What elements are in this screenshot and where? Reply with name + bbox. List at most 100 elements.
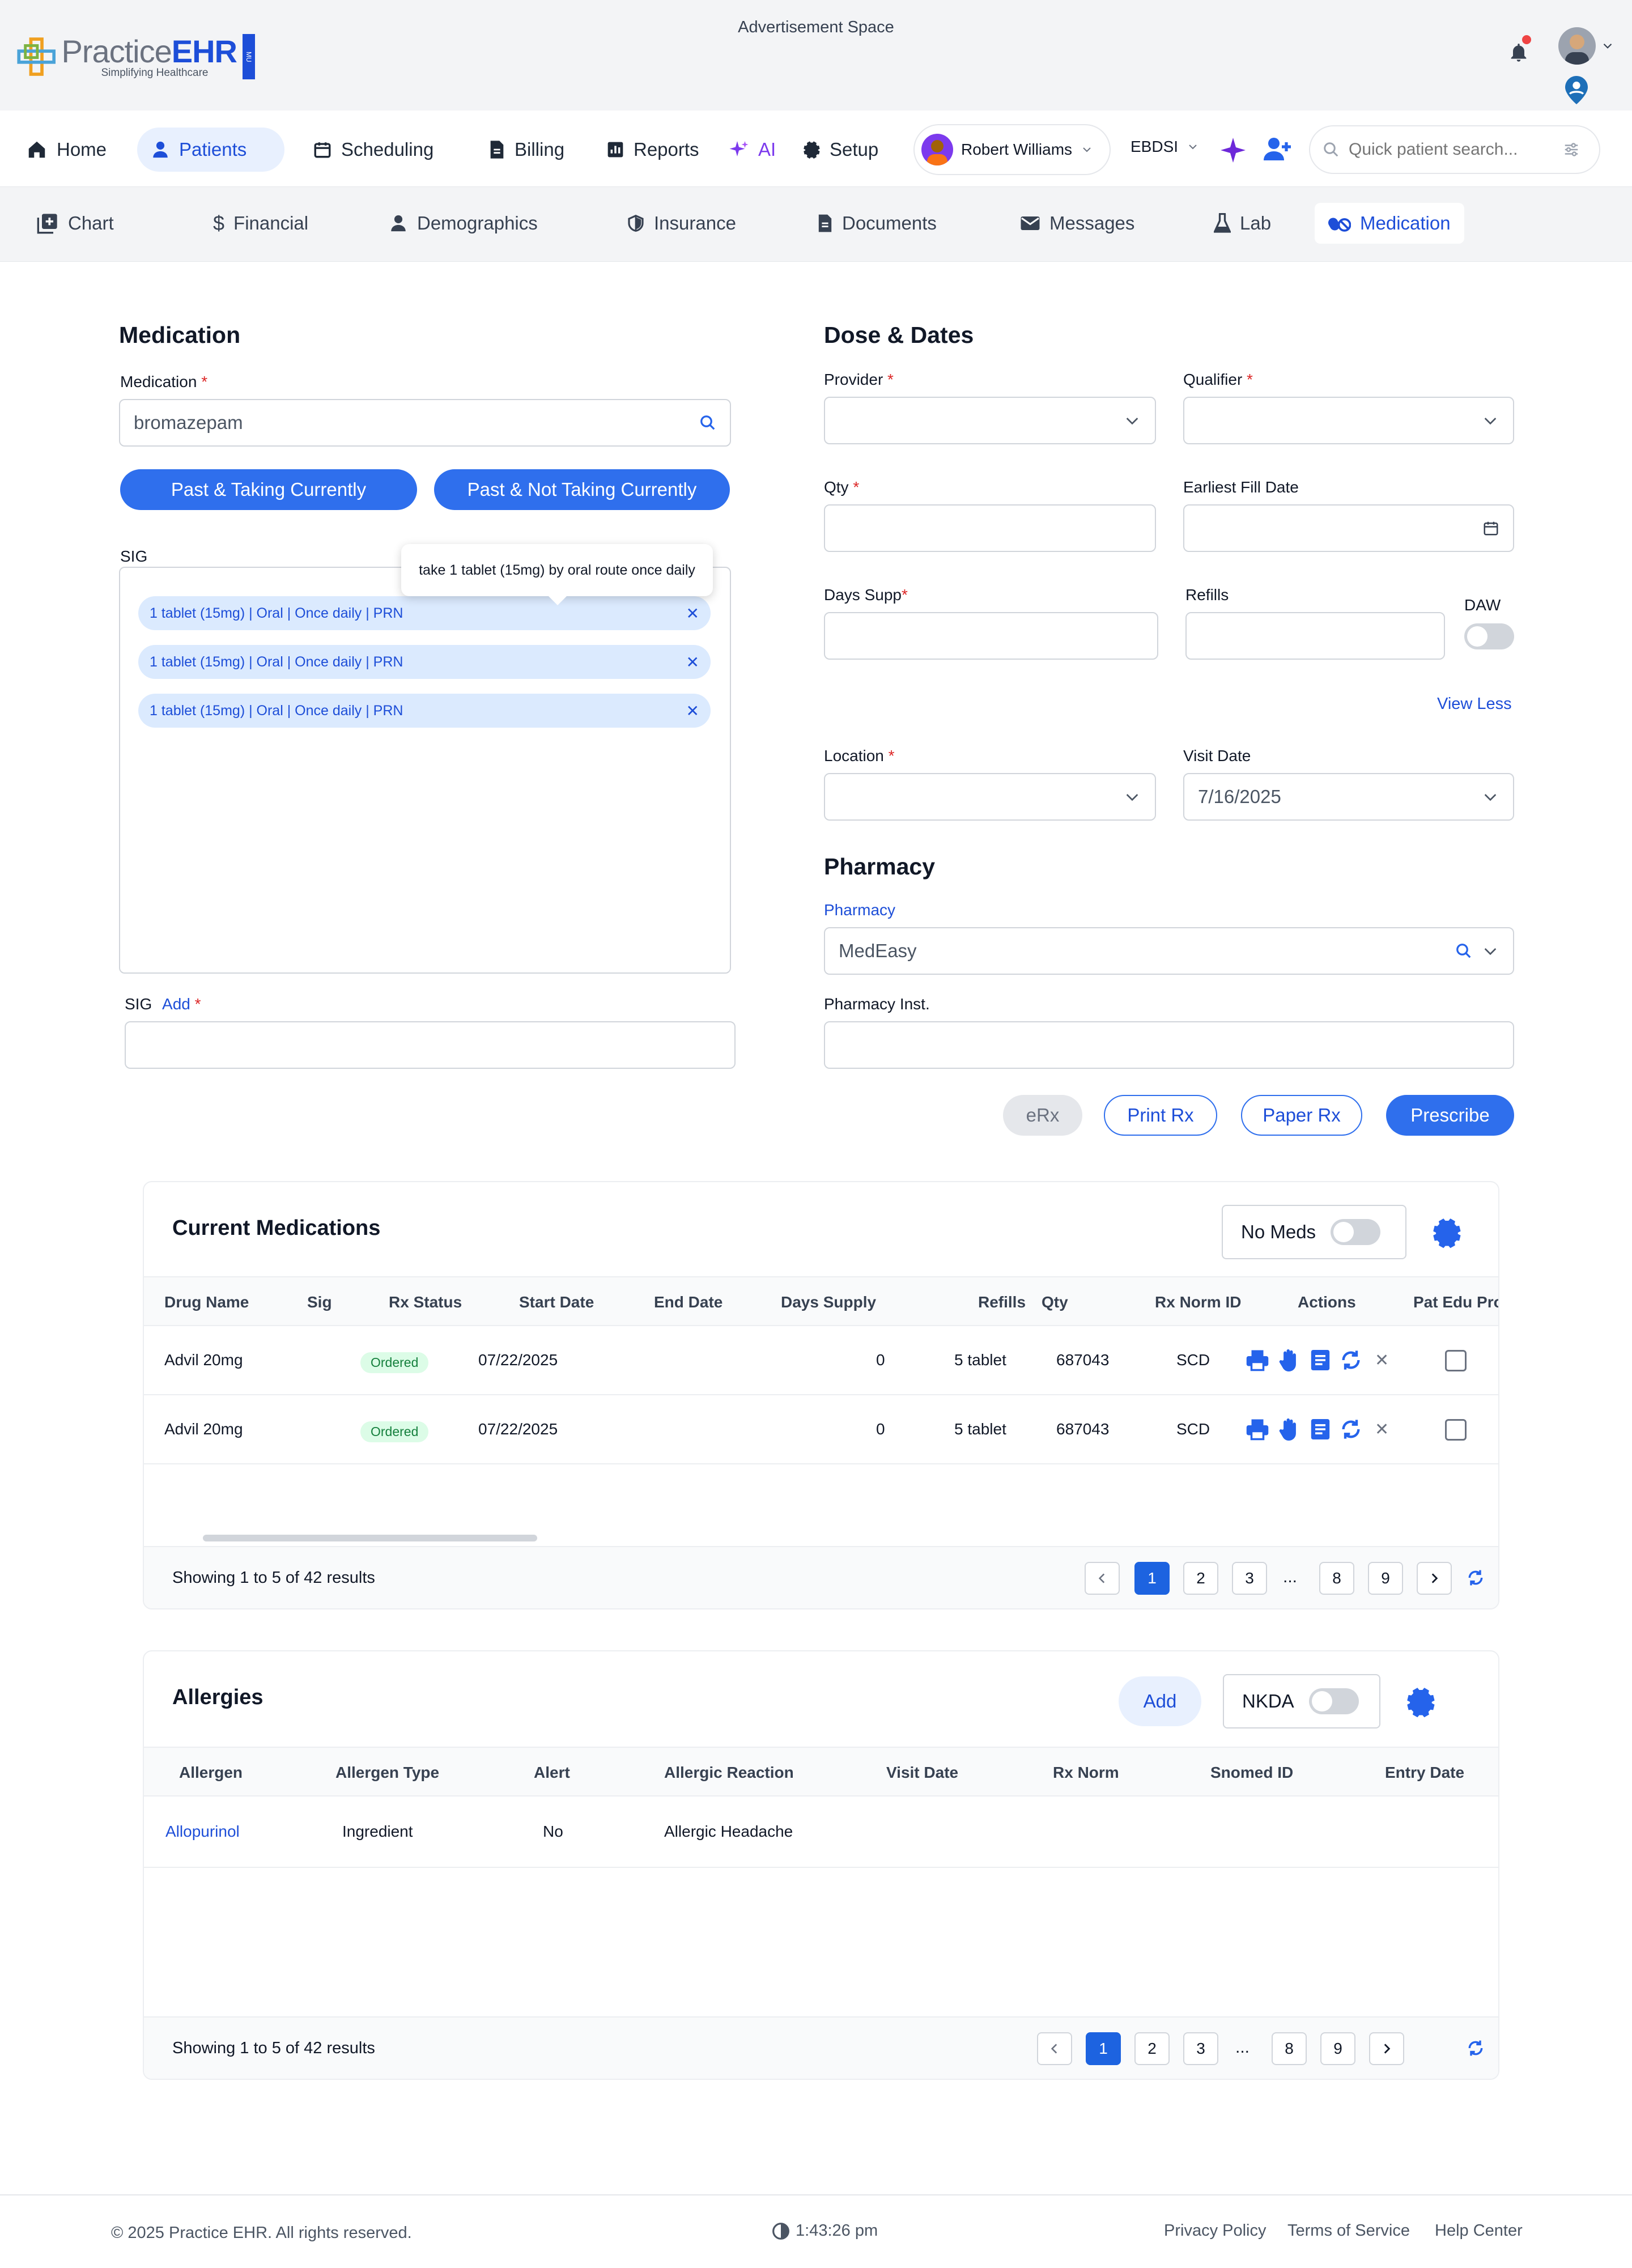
print-icon[interactable] bbox=[1246, 1349, 1269, 1371]
print-rx-button[interactable]: Print Rx bbox=[1104, 1095, 1217, 1136]
col-rx-status[interactable]: Rx Status bbox=[389, 1293, 462, 1311]
col-allergen[interactable]: Allergen bbox=[179, 1764, 243, 1782]
col-entry-date[interactable]: Entry Date bbox=[1385, 1764, 1464, 1782]
table-row[interactable]: Advil 20mg Ordered 07/22/2025 0 5 tablet… bbox=[144, 1395, 1498, 1464]
close-icon[interactable]: ✕ bbox=[686, 702, 699, 720]
prev-page-button[interactable] bbox=[1037, 2032, 1072, 2065]
notes-icon[interactable] bbox=[1310, 1418, 1331, 1441]
calendar-icon[interactable] bbox=[1482, 520, 1499, 537]
close-icon[interactable]: ✕ bbox=[1375, 1420, 1389, 1439]
col-refills[interactable]: Refills bbox=[978, 1293, 1026, 1311]
visit-date-select[interactable]: 7/16/2025 bbox=[1183, 773, 1514, 821]
location-pin-icon[interactable] bbox=[1565, 76, 1588, 104]
earliest-fill-date-input[interactable] bbox=[1183, 504, 1514, 552]
horizontal-scrollbar[interactable] bbox=[203, 1535, 537, 1541]
daw-toggle[interactable] bbox=[1464, 623, 1514, 649]
page-button[interactable]: 8 bbox=[1272, 2032, 1307, 2065]
close-icon[interactable]: ✕ bbox=[686, 653, 699, 672]
view-less-link[interactable]: View Less bbox=[1437, 695, 1512, 713]
hand-stop-icon[interactable] bbox=[1278, 1417, 1301, 1442]
col-pat-edu[interactable]: Pat Edu Pro bbox=[1413, 1293, 1498, 1311]
nav-ai[interactable]: AI bbox=[715, 128, 789, 172]
filter-sliders-icon[interactable] bbox=[1562, 141, 1581, 158]
refresh-icon[interactable] bbox=[1467, 1569, 1485, 1587]
gear-icon[interactable] bbox=[1403, 1685, 1436, 1718]
logo[interactable]: PracticeEHR Simplifying Healthcare MU bbox=[17, 31, 255, 82]
sig-chip[interactable]: 1 tablet (15mg) | Oral | Once daily | PR… bbox=[138, 694, 711, 728]
bell-icon[interactable] bbox=[1507, 35, 1531, 65]
col-rx-norm[interactable]: Rx Norm bbox=[1053, 1764, 1119, 1782]
gear-icon[interactable] bbox=[1429, 1216, 1462, 1249]
search-icon[interactable] bbox=[699, 414, 716, 431]
tab-documents[interactable]: Documents bbox=[804, 203, 950, 244]
nav-patients[interactable]: Patients bbox=[137, 128, 284, 172]
next-page-button[interactable] bbox=[1417, 1562, 1452, 1595]
tab-messages[interactable]: Messages bbox=[1006, 203, 1148, 244]
refills-input[interactable] bbox=[1185, 612, 1445, 660]
col-end-date[interactable]: End Date bbox=[654, 1293, 722, 1311]
col-qty[interactable]: Qty bbox=[1042, 1293, 1068, 1311]
print-icon[interactable] bbox=[1246, 1418, 1269, 1441]
nav-home[interactable]: Home bbox=[12, 128, 120, 172]
help-center-link[interactable]: Help Center bbox=[1435, 2222, 1523, 2240]
page-button[interactable]: 1 bbox=[1134, 1562, 1170, 1595]
nkda-toggle[interactable] bbox=[1308, 1688, 1359, 1714]
page-button[interactable]: 9 bbox=[1320, 2032, 1355, 2065]
tab-medication[interactable]: Medication bbox=[1315, 203, 1464, 244]
page-button[interactable]: 2 bbox=[1183, 1562, 1218, 1595]
sig-add-input[interactable] bbox=[125, 1021, 736, 1069]
terms-of-service-link[interactable]: Terms of Service bbox=[1287, 2222, 1410, 2240]
table-row[interactable]: Allopurinol Ingredient No Allergic Heada… bbox=[144, 1796, 1498, 1868]
chevron-down-icon[interactable] bbox=[1600, 39, 1615, 53]
col-drug-name[interactable]: Drug Name bbox=[164, 1293, 249, 1311]
refresh-icon[interactable] bbox=[1467, 2039, 1485, 2057]
medication-search-field[interactable]: bromazepam bbox=[119, 399, 731, 447]
past-not-taking-currently-button[interactable]: Past & Not Taking Currently bbox=[434, 469, 730, 510]
notes-icon[interactable] bbox=[1310, 1349, 1331, 1371]
table-row[interactable]: Advil 20mg Ordered 07/22/2025 0 5 tablet… bbox=[144, 1326, 1498, 1395]
paper-rx-button[interactable]: Paper Rx bbox=[1241, 1095, 1362, 1136]
col-sig[interactable]: Sig bbox=[307, 1293, 332, 1311]
col-visit-date[interactable]: Visit Date bbox=[886, 1764, 958, 1782]
pat-edu-checkbox[interactable] bbox=[1445, 1419, 1467, 1441]
days-supp-input[interactable] bbox=[824, 612, 1158, 660]
page-button[interactable]: 2 bbox=[1134, 2032, 1170, 2065]
page-button[interactable]: 1 bbox=[1086, 2032, 1121, 2065]
tab-chart[interactable]: Chart bbox=[23, 203, 128, 244]
user-selector[interactable]: Robert Williams bbox=[913, 124, 1111, 175]
erx-button[interactable]: eRx bbox=[1003, 1095, 1082, 1136]
close-icon[interactable]: ✕ bbox=[1375, 1350, 1389, 1370]
col-snomed-id[interactable]: Snomed ID bbox=[1210, 1764, 1293, 1782]
avatar[interactable] bbox=[1558, 27, 1596, 65]
col-start-date[interactable]: Start Date bbox=[519, 1293, 594, 1311]
sig-add-link[interactable]: Add bbox=[162, 995, 190, 1013]
hand-stop-icon[interactable] bbox=[1278, 1348, 1301, 1373]
close-icon[interactable]: ✕ bbox=[686, 604, 699, 623]
tab-demographics[interactable]: Demographics bbox=[375, 203, 551, 244]
tab-lab[interactable]: Lab bbox=[1200, 203, 1285, 244]
nav-scheduling[interactable]: Scheduling bbox=[299, 128, 447, 172]
prev-page-button[interactable] bbox=[1085, 1562, 1120, 1595]
col-allergic-reaction[interactable]: Allergic Reaction bbox=[664, 1764, 794, 1782]
allergen-link[interactable]: Allopurinol bbox=[165, 1823, 240, 1841]
col-rx-norm-id[interactable]: Rx Norm ID bbox=[1155, 1293, 1241, 1311]
qty-input[interactable] bbox=[824, 504, 1156, 552]
location-select[interactable] bbox=[824, 773, 1156, 821]
refresh-icon[interactable] bbox=[1340, 1418, 1362, 1441]
privacy-policy-link[interactable]: Privacy Policy bbox=[1164, 2222, 1266, 2240]
pat-edu-checkbox[interactable] bbox=[1445, 1350, 1467, 1371]
col-days-supply[interactable]: Days Supply bbox=[781, 1293, 876, 1311]
sig-chip[interactable]: 1 tablet (15mg) | Oral | Once daily | PR… bbox=[138, 645, 711, 679]
search-icon[interactable] bbox=[1455, 942, 1472, 959]
add-allergy-button[interactable]: Add bbox=[1119, 1676, 1201, 1726]
pharmacy-inst-input[interactable] bbox=[824, 1021, 1514, 1069]
nav-setup[interactable]: Setup bbox=[788, 128, 892, 172]
no-meds-toggle[interactable] bbox=[1331, 1219, 1381, 1245]
nav-billing[interactable]: Billing bbox=[475, 128, 578, 172]
next-page-button[interactable] bbox=[1369, 2032, 1404, 2065]
col-allergen-type[interactable]: Allergen Type bbox=[335, 1764, 439, 1782]
prescribe-button[interactable]: Prescribe bbox=[1386, 1095, 1514, 1136]
add-user-icon[interactable] bbox=[1263, 135, 1292, 163]
page-button[interactable]: 3 bbox=[1232, 1562, 1267, 1595]
col-alert[interactable]: Alert bbox=[534, 1764, 570, 1782]
